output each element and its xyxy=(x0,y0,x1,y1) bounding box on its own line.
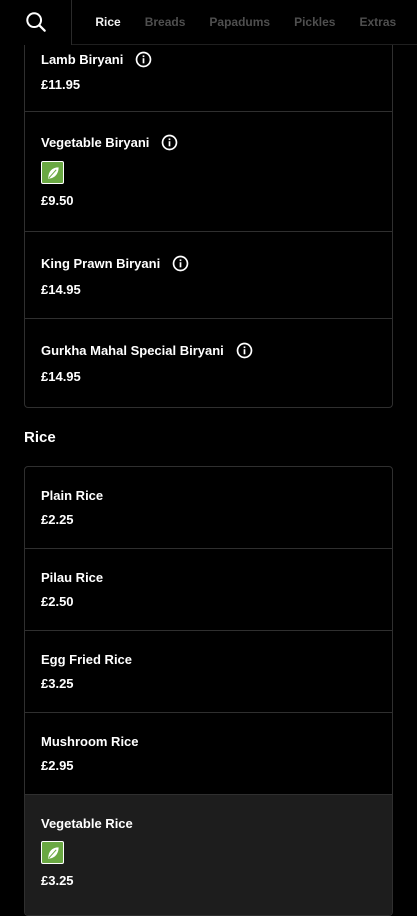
leaf-icon xyxy=(47,846,59,859)
search-icon xyxy=(25,12,46,32)
menu-item-egg-fried-rice[interactable]: Egg Fried Rice £3.25 xyxy=(25,631,392,713)
tab-pickles[interactable]: Pickles xyxy=(282,15,347,29)
item-price: £3.25 xyxy=(41,873,74,888)
menu-item-vegetable-rice[interactable]: Vegetable Rice £3.25 xyxy=(25,795,392,915)
section-title-rice: Rice xyxy=(24,428,56,446)
info-icon[interactable] xyxy=(135,51,152,68)
item-name: Vegetable Rice xyxy=(41,816,133,831)
info-icon[interactable] xyxy=(161,134,178,151)
item-name: Gurkha Mahal Special Biryani xyxy=(41,343,224,358)
item-name: Pilau Rice xyxy=(41,570,104,585)
rice-item-list: Plain Rice £2.25 Pilau Rice £2.50 Egg Fr… xyxy=(24,466,393,916)
search-button[interactable] xyxy=(0,0,72,45)
item-price: £2.25 xyxy=(41,512,74,527)
tab-rice[interactable]: Rice xyxy=(83,15,132,29)
menu-item-mushroom-rice[interactable]: Mushroom Rice £2.95 xyxy=(25,713,392,795)
vegetarian-badge xyxy=(41,841,64,864)
category-nav: es Rice Breads Papadums Pickles Extras xyxy=(0,0,417,45)
item-name: King Prawn Biryani xyxy=(41,256,161,271)
item-name: Vegetable Biryani xyxy=(41,135,150,150)
item-price: £3.25 xyxy=(41,676,74,691)
tab-curries-partial[interactable]: es xyxy=(72,15,83,29)
category-tabs: es Rice Breads Papadums Pickles Extras xyxy=(72,0,417,45)
menu-item-king-prawn-biryani[interactable]: King Prawn Biryani £14.95 xyxy=(25,232,392,319)
item-price: £11.95 xyxy=(41,77,81,92)
tab-extras[interactable]: Extras xyxy=(347,15,408,29)
item-price: £9.50 xyxy=(41,193,74,208)
info-icon[interactable] xyxy=(172,255,189,272)
menu-item-pilau-rice[interactable]: Pilau Rice £2.50 xyxy=(25,549,392,631)
item-name: Mushroom Rice xyxy=(41,734,139,749)
menu-item-lamb-biryani[interactable]: Lamb Biryani £11.95 xyxy=(25,45,392,112)
item-name: Plain Rice xyxy=(41,488,104,503)
vegetarian-badge xyxy=(41,161,64,184)
tab-breads[interactable]: Breads xyxy=(133,15,198,29)
menu-item-vegetable-biryani[interactable]: Vegetable Biryani £9.50 xyxy=(25,112,392,232)
menu-item-gurkha-mahal-special-biryani[interactable]: Gurkha Mahal Special Biryani £14.95 xyxy=(25,319,392,407)
item-name: Lamb Biryani xyxy=(41,51,124,67)
menu-content: Lamb Biryani £11.95 Vegetable Biryani £9… xyxy=(0,45,417,916)
tab-papadums[interactable]: Papadums xyxy=(197,15,282,29)
item-name: Egg Fried Rice xyxy=(41,652,133,667)
biryani-item-list: Lamb Biryani £11.95 Vegetable Biryani £9… xyxy=(24,45,393,408)
item-price: £14.95 xyxy=(41,282,81,297)
menu-item-plain-rice[interactable]: Plain Rice £2.25 xyxy=(25,467,392,549)
item-price: £2.50 xyxy=(41,594,74,609)
info-icon[interactable] xyxy=(236,342,253,359)
item-price: £2.95 xyxy=(41,758,74,773)
item-price: £14.95 xyxy=(41,369,81,384)
leaf-icon xyxy=(47,166,59,179)
